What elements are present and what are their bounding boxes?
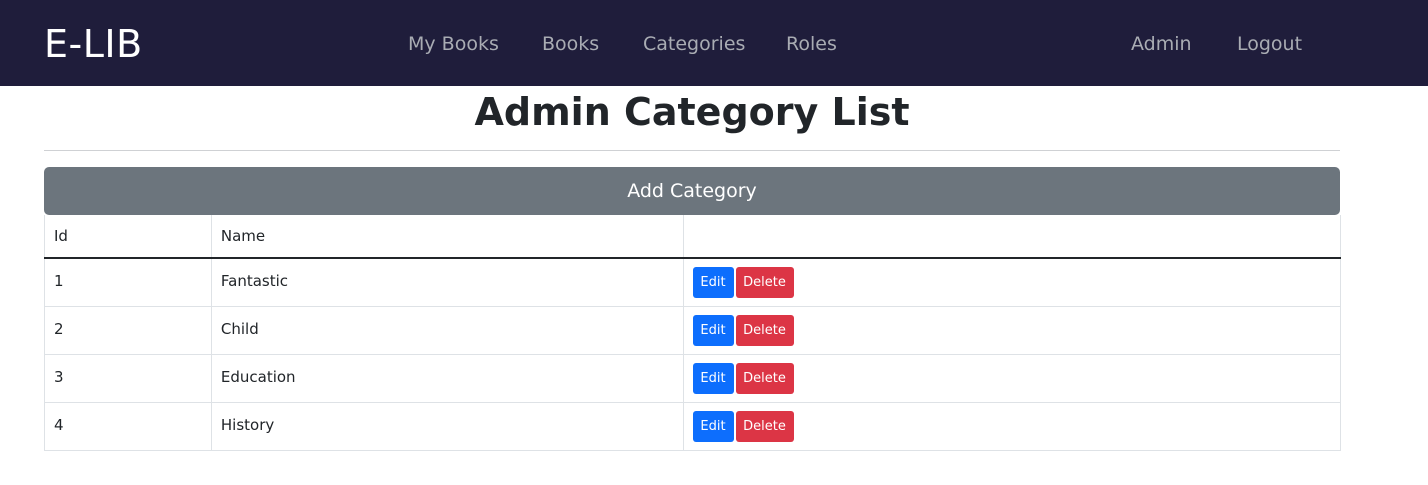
cell-id: 3	[44, 354, 212, 403]
category-table: Id Name 1 Fantastic Edit Delete 2 Child E…	[44, 215, 1342, 451]
cell-id: 1	[44, 258, 212, 307]
cell-actions: Edit Delete	[682, 402, 1342, 451]
top-navbar: E-LIB My Books Books Categories Roles Ad…	[0, 0, 1428, 86]
cell-name: History	[210, 402, 684, 451]
nav-my-books[interactable]: My Books	[408, 31, 499, 57]
cell-actions: Edit Delete	[682, 258, 1342, 307]
add-category-button[interactable]: Add Category	[44, 167, 1340, 215]
table-row: 3 Education Edit Delete	[44, 354, 1342, 403]
table-row: 1 Fantastic Edit Delete	[44, 258, 1342, 307]
table-row: 2 Child Edit Delete	[44, 306, 1342, 355]
nav-admin[interactable]: Admin	[1131, 31, 1192, 57]
cell-id: 2	[44, 306, 212, 355]
nav-categories[interactable]: Categories	[643, 31, 745, 57]
cell-actions: Edit Delete	[682, 354, 1342, 403]
table-body: 1 Fantastic Edit Delete 2 Child Edit Delet…	[44, 258, 1342, 451]
table-row: 4 History Edit Delete	[44, 402, 1342, 451]
column-header-id: Id	[44, 215, 212, 259]
column-header-actions	[682, 215, 1342, 259]
title-divider	[44, 150, 1340, 151]
edit-button[interactable]: Edit	[692, 314, 734, 346]
delete-button[interactable]: Delete	[735, 267, 794, 298]
delete-button[interactable]: Delete	[735, 362, 794, 394]
edit-button[interactable]: Edit	[692, 410, 734, 442]
edit-button[interactable]: Edit	[692, 267, 734, 298]
brand-logo[interactable]: E-LIB	[44, 20, 143, 68]
cell-name: Child	[210, 306, 684, 355]
cell-name: Education	[210, 354, 684, 403]
page-title: Admin Category List	[474, 90, 910, 134]
column-header-name: Name	[210, 215, 684, 259]
edit-button[interactable]: Edit	[692, 362, 734, 394]
nav-roles[interactable]: Roles	[786, 31, 837, 57]
nav-books[interactable]: Books	[542, 31, 599, 57]
table-header: Id Name	[44, 215, 1342, 259]
delete-button[interactable]: Delete	[735, 410, 794, 442]
cell-name: Fantastic	[210, 258, 684, 307]
cell-actions: Edit Delete	[682, 306, 1342, 355]
delete-button[interactable]: Delete	[735, 314, 794, 346]
nav-logout[interactable]: Logout	[1237, 31, 1302, 57]
table-header-row: Id Name	[44, 215, 1342, 259]
cell-id: 4	[44, 402, 212, 451]
